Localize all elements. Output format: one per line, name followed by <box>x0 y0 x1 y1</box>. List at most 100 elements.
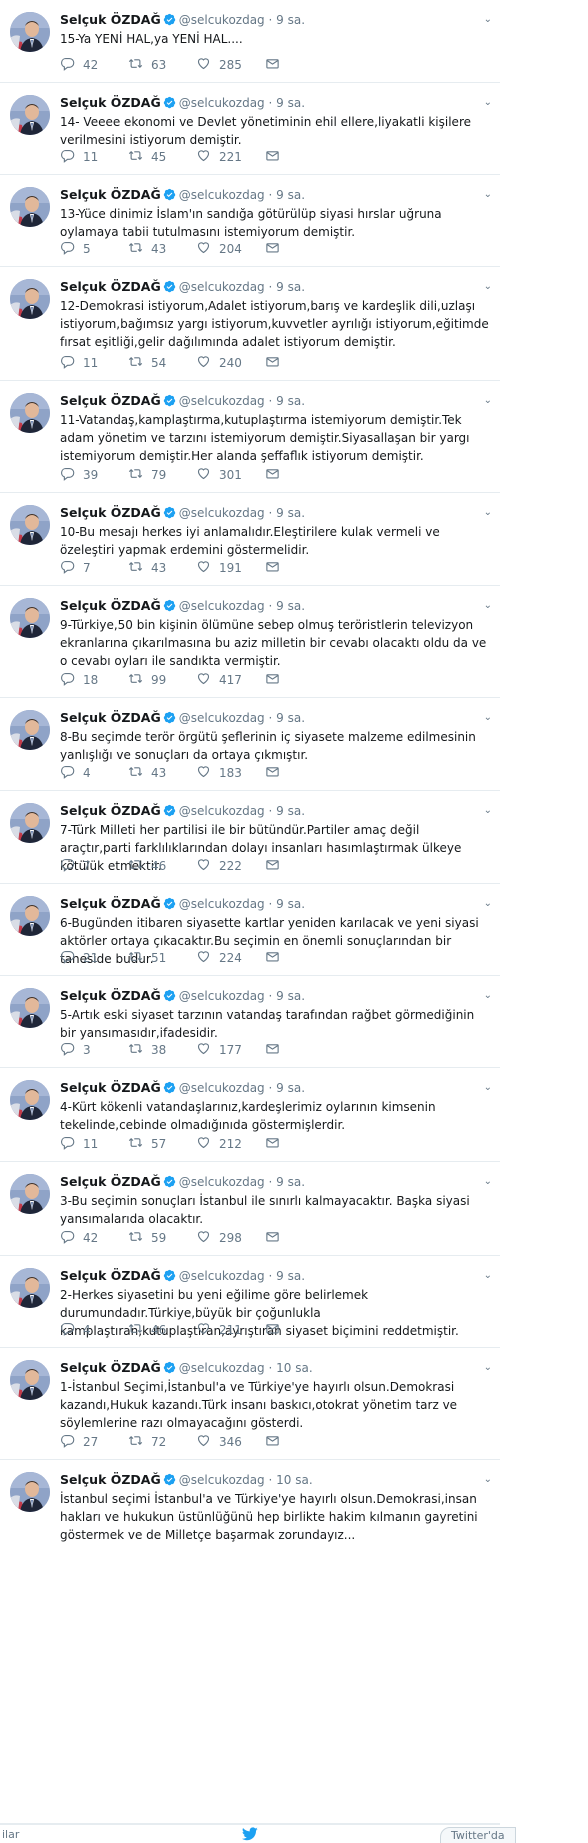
author-handle[interactable]: @selcukozdag <box>179 506 265 520</box>
avatar[interactable] <box>10 1174 50 1214</box>
tweet-timestamp[interactable]: 9 sa. <box>276 96 305 110</box>
author-handle[interactable]: @selcukozdag <box>179 711 265 725</box>
like-button[interactable]: 298 <box>196 1229 242 1247</box>
author-name[interactable]: Selçuk ÖZDAĞ <box>60 279 161 294</box>
direct-message-button[interactable] <box>265 56 288 74</box>
twitter-bird-icon[interactable] <box>242 1827 258 1841</box>
chevron-down-icon[interactable]: ⌄ <box>484 1079 492 1097</box>
tweet-timestamp[interactable]: 10 sa. <box>276 1361 313 1375</box>
retweet-button[interactable]: 54 <box>128 354 166 372</box>
open-in-twitter-button[interactable]: Twitter'da <box>440 1827 516 1843</box>
avatar[interactable] <box>10 1080 50 1120</box>
like-button[interactable]: 221 <box>196 148 242 166</box>
avatar[interactable] <box>10 896 50 936</box>
chevron-down-icon[interactable]: ⌄ <box>484 1471 492 1489</box>
author-handle[interactable]: @selcukozdag <box>179 96 265 110</box>
tweet-timestamp[interactable]: 9 sa. <box>276 280 305 294</box>
author-name[interactable]: Selçuk ÖZDAĞ <box>60 95 161 110</box>
tweet[interactable]: Selçuk ÖZDAĞ @selcukozdag · 9 sa. ⌄ 15-Y… <box>0 0 500 83</box>
author-name[interactable]: Selçuk ÖZDAĞ <box>60 12 161 27</box>
retweet-button[interactable]: 79 <box>128 466 166 484</box>
retweet-button[interactable]: 38 <box>128 1041 166 1059</box>
retweet-button[interactable]: 46 <box>128 1321 166 1339</box>
reply-button[interactable]: 42 <box>60 56 98 74</box>
author-handle[interactable]: @selcukozdag <box>179 804 265 818</box>
chevron-down-icon[interactable]: ⌄ <box>484 392 492 410</box>
tweet-timestamp[interactable]: 9 sa. <box>276 897 305 911</box>
author-name[interactable]: Selçuk ÖZDAĞ <box>60 710 161 725</box>
tweet[interactable]: Selçuk ÖZDAĞ @selcukozdag · 9 sa. ⌄ 10-B… <box>0 493 500 586</box>
retweet-button[interactable]: 43 <box>128 764 166 782</box>
avatar[interactable] <box>10 95 50 135</box>
avatar[interactable] <box>10 598 50 638</box>
like-button[interactable]: 224 <box>196 949 242 967</box>
avatar[interactable] <box>10 279 50 319</box>
like-button[interactable]: 211 <box>196 1321 242 1339</box>
avatar[interactable] <box>10 1360 50 1400</box>
author-handle[interactable]: @selcukozdag <box>179 280 265 294</box>
like-button[interactable]: 285 <box>196 56 242 74</box>
chevron-down-icon[interactable]: ⌄ <box>484 987 492 1005</box>
tweet-timestamp[interactable]: 10 sa. <box>276 1473 313 1487</box>
reply-button[interactable]: 21 <box>60 949 98 967</box>
retweet-button[interactable]: 46 <box>128 857 166 875</box>
direct-message-button[interactable] <box>265 1041 288 1059</box>
author-name[interactable]: Selçuk ÖZDAĞ <box>60 803 161 818</box>
direct-message-button[interactable] <box>265 671 288 689</box>
retweet-button[interactable]: 43 <box>128 559 166 577</box>
tweet-timestamp[interactable]: 9 sa. <box>276 711 305 725</box>
avatar[interactable] <box>10 187 50 227</box>
tweet-timestamp[interactable]: 9 sa. <box>276 394 305 408</box>
direct-message-button[interactable] <box>265 1135 288 1153</box>
like-button[interactable]: 183 <box>196 764 242 782</box>
retweet-button[interactable]: 57 <box>128 1135 166 1153</box>
author-handle[interactable]: @selcukozdag <box>179 188 265 202</box>
tweet-timestamp[interactable]: 9 sa. <box>276 1175 305 1189</box>
avatar[interactable] <box>10 1472 50 1512</box>
reply-button[interactable]: 11 <box>60 148 98 166</box>
chevron-down-icon[interactable]: ⌄ <box>484 597 492 615</box>
reply-button[interactable]: 4 <box>60 764 91 782</box>
author-handle[interactable]: @selcukozdag <box>179 1175 265 1189</box>
chevron-down-icon[interactable]: ⌄ <box>484 504 492 522</box>
chevron-down-icon[interactable]: ⌄ <box>484 1267 492 1285</box>
direct-message-button[interactable] <box>265 1229 288 1247</box>
chevron-down-icon[interactable]: ⌄ <box>484 11 492 29</box>
tweet[interactable]: Selçuk ÖZDAĞ @selcukozdag · 9 sa. ⌄ 9-Tü… <box>0 586 500 698</box>
chevron-down-icon[interactable]: ⌄ <box>484 802 492 820</box>
tweet[interactable]: Selçuk ÖZDAĞ @selcukozdag · 9 sa. ⌄ 5-Ar… <box>0 976 500 1068</box>
retweet-button[interactable]: 43 <box>128 240 166 258</box>
tweet[interactable]: Selçuk ÖZDAĞ @selcukozdag · 9 sa. ⌄ 2-He… <box>0 1256 500 1348</box>
author-handle[interactable]: @selcukozdag <box>179 1081 265 1095</box>
tweet[interactable]: Selçuk ÖZDAĞ @selcukozdag · 9 sa. ⌄ 7-Tü… <box>0 791 500 884</box>
direct-message-button[interactable] <box>265 354 288 372</box>
author-name[interactable]: Selçuk ÖZDAĞ <box>60 1472 161 1487</box>
retweet-button[interactable]: 72 <box>128 1433 166 1451</box>
retweet-button[interactable]: 45 <box>128 148 166 166</box>
direct-message-button[interactable] <box>265 949 288 967</box>
like-button[interactable]: 212 <box>196 1135 242 1153</box>
like-button[interactable]: 240 <box>196 354 242 372</box>
retweet-button[interactable]: 51 <box>128 949 166 967</box>
direct-message-button[interactable] <box>265 857 288 875</box>
reply-button[interactable]: 11 <box>60 354 98 372</box>
tweet[interactable]: Selçuk ÖZDAĞ @selcukozdag · 10 sa. ⌄ 1-İ… <box>0 1348 500 1460</box>
tweet-timestamp[interactable]: 9 sa. <box>276 804 305 818</box>
retweet-button[interactable]: 99 <box>128 671 166 689</box>
direct-message-button[interactable] <box>265 559 288 577</box>
author-name[interactable]: Selçuk ÖZDAĞ <box>60 1080 161 1095</box>
chevron-down-icon[interactable]: ⌄ <box>484 278 492 296</box>
tweet[interactable]: Selçuk ÖZDAĞ @selcukozdag · 9 sa. ⌄ 6-Bu… <box>0 884 500 976</box>
like-button[interactable]: 177 <box>196 1041 242 1059</box>
author-name[interactable]: Selçuk ÖZDAĞ <box>60 187 161 202</box>
tweet-timestamp[interactable]: 9 sa. <box>276 188 305 202</box>
like-button[interactable]: 204 <box>196 240 242 258</box>
avatar[interactable] <box>10 988 50 1028</box>
author-name[interactable]: Selçuk ÖZDAĞ <box>60 1174 161 1189</box>
author-handle[interactable]: @selcukozdag <box>179 394 265 408</box>
like-button[interactable]: 222 <box>196 857 242 875</box>
tweet-timestamp[interactable]: 9 sa. <box>276 599 305 613</box>
tweet[interactable]: Selçuk ÖZDAĞ @selcukozdag · 9 sa. ⌄ 4-Kü… <box>0 1068 500 1162</box>
reply-button[interactable]: 42 <box>60 1229 98 1247</box>
tweet[interactable]: Selçuk ÖZDAĞ @selcukozdag · 9 sa. ⌄ 11-V… <box>0 381 500 493</box>
